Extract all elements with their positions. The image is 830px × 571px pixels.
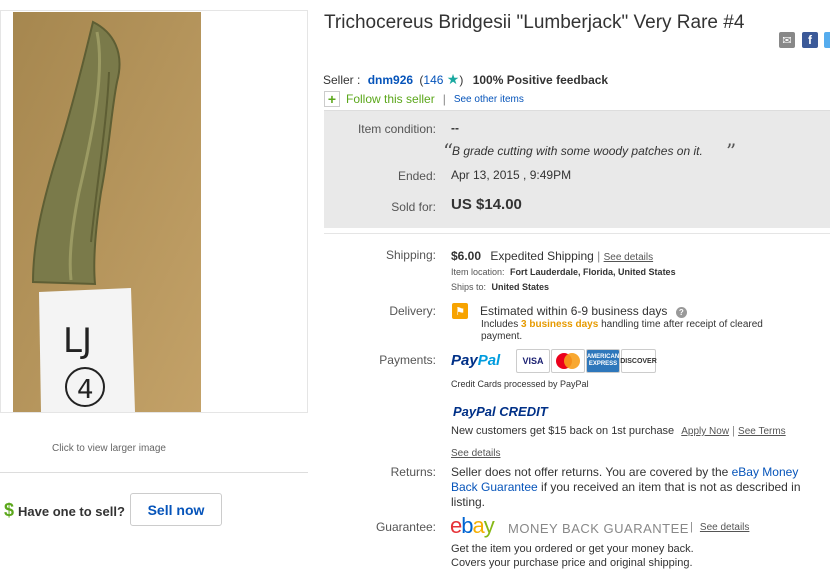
help-icon[interactable]: ? — [675, 307, 687, 318]
divider — [0, 472, 308, 473]
discover-card-icon: DISCOVER — [620, 349, 657, 373]
paypal-credit-details: See details — [451, 443, 500, 461]
money-back-guarantee-text: MONEY BACK GUARANTEE — [508, 521, 689, 536]
returns-text: Seller does not offer returns. You are c… — [451, 465, 830, 510]
delivery-flag-icon: ⚑ — [452, 303, 468, 319]
feedback-score-link[interactable]: 146 — [423, 73, 443, 87]
returns-line-2: Back Guarantee if you received an item t… — [451, 480, 830, 495]
ebay-logo-a: a — [472, 513, 485, 538]
item-location: Item location: Fort Lauderdale, Florida,… — [451, 267, 676, 277]
quote-close: ” — [726, 139, 737, 163]
divider — [324, 233, 830, 234]
delivery-estimate-text: Estimated within 6-9 business days — [480, 304, 668, 318]
seller-info: Seller : dnm926 (146 ★) 100% Positive fe… — [323, 71, 608, 88]
divider: | — [442, 92, 446, 106]
mastercard-card-icon — [551, 349, 585, 373]
email-icon[interactable]: ✉ — [779, 32, 795, 48]
returns-line-1: Seller does not offer returns. You are c… — [451, 465, 830, 480]
ships-to-value: United States — [491, 282, 550, 292]
shipping-row: $6.00 Expedited Shipping | See details — [451, 249, 653, 263]
returns-text-a: Seller does not offer returns. You are c… — [451, 465, 732, 479]
facebook-icon[interactable]: f — [802, 32, 818, 48]
paypal-credit-text: New customers get $15 back on 1st purcha… — [451, 425, 675, 437]
divider: | — [690, 521, 693, 533]
dollar-icon: $ — [4, 500, 15, 520]
item-title: Trichocereus Bridgesii "Lumberjack" Very… — [324, 12, 745, 33]
mastercard-icon — [556, 353, 580, 369]
shipping-label: Shipping: — [385, 248, 436, 262]
returns-text-b: if you received an item that is not as d… — [537, 480, 801, 494]
photo-tag-label: LJ — [63, 321, 92, 361]
apply-now-link[interactable]: Apply Now — [681, 426, 729, 437]
guarantee-line-2: Covers your purchase price and original … — [451, 557, 693, 569]
condition-value: -- — [451, 121, 459, 135]
ended-label: Ended: — [397, 169, 436, 183]
have-one-to-sell-text: Have one to sell? — [18, 504, 125, 519]
sold-label: Sold for: — [391, 200, 436, 214]
ebay-logo-e: e — [450, 513, 462, 538]
follow-row: + Follow this seller | See other items — [324, 91, 524, 107]
ebay-logo-b: b — [461, 513, 473, 538]
guarantee-label: Guarantee: — [375, 520, 436, 534]
payments-label: Payments: — [379, 353, 436, 367]
paypal-logo-pay: Pay — [451, 352, 478, 369]
delivery-estimate: Estimated within 6-9 business days ? — [480, 304, 687, 318]
see-terms-link[interactable]: See Terms — [738, 426, 786, 437]
handling-line: Includes 3 business days handling time a… — [481, 319, 763, 330]
location-label: Item location: — [451, 267, 505, 277]
ebay-logo-y: y — [483, 513, 495, 538]
delivery-label: Delivery: — [389, 304, 436, 318]
visa-card-icon: VISA — [516, 349, 550, 373]
paypal-credit-row: New customers get $15 back on 1st purcha… — [451, 425, 786, 437]
positive-feedback: 100% Positive feedback — [472, 73, 609, 87]
view-larger-text[interactable]: Click to view larger image — [0, 443, 218, 454]
feedback-close: ) — [459, 73, 464, 87]
handling-text: handling time after receipt of cleared — [601, 319, 763, 330]
ebay-logo: ebay — [450, 513, 495, 539]
business-days: 3 business days — [521, 319, 599, 330]
payment-text: payment. — [481, 331, 523, 342]
shipping-method: Expedited Shipping — [490, 249, 594, 263]
plus-icon[interactable]: + — [324, 91, 340, 107]
sold-price: US $14.00 — [451, 196, 522, 213]
other-items-link[interactable]: See other items — [454, 94, 524, 105]
seller-note: B grade cutting with some woody patches … — [452, 144, 703, 158]
shipping-details-link[interactable]: See details — [604, 252, 653, 263]
paypal-processed-text: Credit Cards processed by PayPal — [451, 379, 589, 389]
star-icon: ★ — [446, 71, 460, 87]
credit-details-link[interactable]: See details — [451, 448, 500, 459]
includes-text: Includes — [481, 319, 519, 330]
shipping-cost: $6.00 — [451, 249, 482, 263]
condition-label: Item condition: — [357, 122, 436, 136]
photo-tag-number: 4 — [77, 375, 94, 405]
sell-now-button[interactable]: Sell now — [130, 493, 222, 526]
seller-name-link[interactable]: dnm926 — [368, 73, 413, 87]
returns-line-3: listing. — [451, 495, 486, 509]
seller-label: Seller : — [323, 73, 361, 87]
paypal-credit-logo-credit: CREDIT — [499, 404, 548, 419]
paypal-logo: PayPal — [451, 352, 500, 369]
money-back-link-1[interactable]: eBay Money — [732, 465, 799, 479]
paypal-credit-logo-name: PayPal — [453, 404, 496, 419]
divider: | — [597, 249, 601, 263]
ships-to-label: Ships to: — [451, 282, 487, 292]
money-back-link-2[interactable]: Back Guarantee — [451, 480, 538, 494]
paypal-logo-pal: Pal — [477, 352, 501, 369]
paypal-credit-logo: PayPal CREDIT — [453, 404, 548, 419]
ships-to: Ships to: United States — [451, 282, 549, 292]
location-value: Fort Lauderdale, Florida, United States — [510, 267, 676, 277]
returns-label: Returns: — [390, 465, 436, 479]
guarantee-details-link[interactable]: See details — [700, 522, 749, 533]
divider: | — [732, 425, 735, 437]
item-photo[interactable]: LJ 4 — [13, 12, 201, 412]
ended-value: Apr 13, 2015 , 9:49PM — [451, 168, 572, 182]
amex-card-icon: AMERICAN EXPRESS — [586, 349, 620, 373]
guarantee-line-1: Get the item you ordered or get your mon… — [451, 543, 694, 555]
twitter-icon[interactable] — [824, 32, 830, 48]
guarantee-details-row: | See details — [690, 521, 749, 533]
follow-seller-link[interactable]: Follow this seller — [346, 92, 435, 106]
